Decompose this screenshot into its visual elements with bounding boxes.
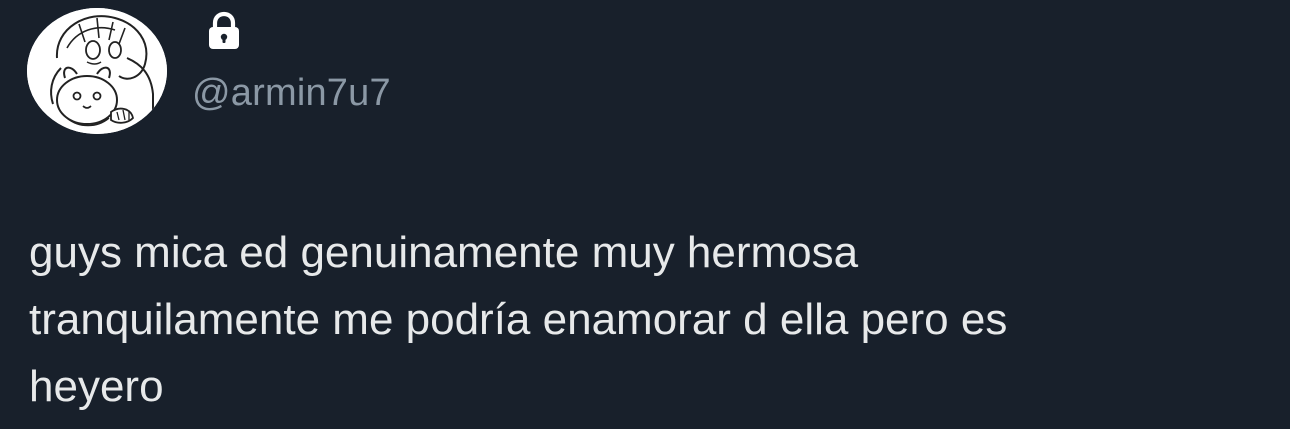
- tweet-text-line: heyero: [29, 362, 164, 411]
- tweet-text-line: guys mica ed genuinamente muy hermosa: [29, 228, 859, 277]
- anime-character-avatar-icon: [27, 8, 167, 134]
- tweet-text-line: tranquilamente me podría enamorar d ella…: [29, 295, 1008, 344]
- user-handle[interactable]: @armin7u7: [192, 69, 391, 117]
- lock-icon: [206, 11, 242, 51]
- profile-avatar[interactable]: [27, 8, 167, 134]
- tweet-card: @armin7u7 guys mica ed genuinamente muy …: [0, 0, 1290, 429]
- tweet-text: guys mica ed genuinamente muy hermosa tr…: [29, 219, 1259, 420]
